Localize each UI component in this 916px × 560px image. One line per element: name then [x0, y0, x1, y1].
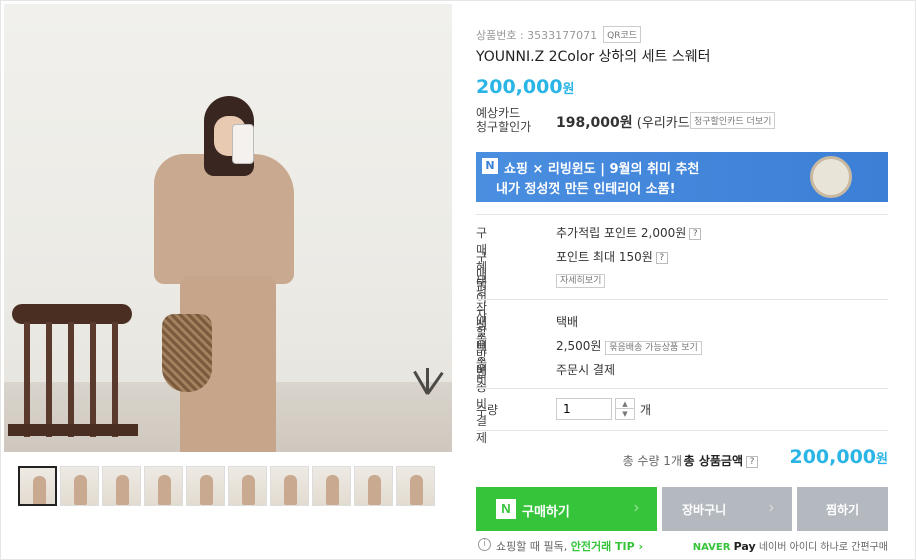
price-unit: 원 [562, 82, 575, 97]
decrease-icon[interactable]: ▼ [616, 409, 634, 419]
divider [476, 299, 888, 300]
plant-decoration [408, 360, 448, 400]
card-label-line2: 청구할인가 [476, 120, 532, 134]
banner-line1: 쇼핑 × 리빙윈도 | 9월의 취미 추천 [504, 162, 700, 177]
promo-banner[interactable]: N 쇼핑 × 리빙윈도 | 9월의 취미 추천 내가 정성껏 만든 인테리어 소… [476, 152, 888, 202]
naver-n-icon: N [482, 158, 498, 174]
product-code: 상품번호 : 3533177071 [476, 28, 598, 42]
total-row: 총 수량 1개 총 상품금액? 200,000원 [476, 446, 888, 472]
cart-button-label: 장바구니 [682, 503, 727, 517]
product-price: 200,000원 [476, 76, 575, 98]
shipping-value: 주문시 결제 [556, 363, 616, 377]
shipping-value: 2,500원 묶음배송 가능상품 보기 [556, 337, 702, 355]
product-code-row: 상품번호 : 3533177071 QR코드 [476, 26, 642, 43]
divider [476, 430, 888, 431]
card-discount-label: 예상카드 청구할인가 [476, 106, 546, 134]
thumbnail-5[interactable] [186, 466, 225, 506]
thumbnail-9[interactable] [354, 466, 393, 506]
quantity-unit: 개 [640, 403, 652, 417]
chevron-right-icon: › [633, 499, 639, 516]
increase-icon[interactable]: ▲ [616, 399, 634, 409]
card-name: (우리카드) [636, 116, 695, 131]
benefit-value: 포인트 최대 150원? [556, 248, 668, 265]
buy-button[interactable]: N 구매하기 › [476, 487, 657, 531]
shipping-value: 택배 [556, 315, 579, 329]
help-icon[interactable]: ? [689, 227, 702, 240]
quantity-label: 수량 [476, 403, 499, 417]
product-title: YOUNNI.Z 2Color 상하의 세트 스웨터 [476, 49, 711, 65]
cart-button[interactable]: 장바구니 › [662, 487, 792, 531]
thumbnail-6[interactable] [228, 466, 267, 506]
bundle-shipping-button[interactable]: 묶음배송 가능상품 보기 [605, 341, 702, 355]
naver-pay-info: NAVER Pay 네이버 아이디 하나로 간편구매 [692, 540, 888, 553]
installment-detail-button[interactable]: 자세히보기 [556, 274, 606, 288]
divider [476, 388, 888, 389]
total-label: 총 상품금액? [684, 452, 758, 469]
wishlist-button[interactable]: 찜하기 [797, 487, 888, 531]
footer-row: i 쇼핑할 때 필독, 안전거래 TIP › NAVER Pay 네이버 아이디… [476, 538, 888, 554]
naver-n-icon: N [496, 499, 516, 519]
card-label-line1: 예상카드 [476, 106, 521, 120]
quantity-input[interactable] [556, 398, 612, 420]
banner-line2: 내가 정성껏 만든 인테리어 소품! [496, 182, 676, 197]
qr-code-button[interactable]: QR코드 [603, 26, 642, 43]
chair-illustration [8, 304, 138, 452]
help-icon[interactable]: ? [655, 251, 668, 264]
total-price: 200,000원 [789, 446, 888, 468]
thumbnail-8[interactable] [312, 466, 351, 506]
benefit-value: 자세히보기 [556, 272, 606, 288]
quantity-row: 수량 ▲ ▼ 개 [476, 398, 888, 422]
card-discount-row: 예상카드 청구할인가 198,000원 (우리카드) 청구할인카드 더보기 [476, 106, 888, 134]
main-product-image[interactable] [4, 4, 452, 452]
rattan-bag [162, 314, 212, 392]
divider [476, 214, 888, 215]
card-price-value: 198,000원 [556, 115, 633, 131]
thumbnail-1[interactable] [18, 466, 57, 506]
model-figure [154, 94, 304, 452]
thumbnail-strip [18, 466, 435, 506]
clock-decoration-icon [810, 156, 852, 198]
thumbnail-10[interactable] [396, 466, 435, 506]
card-discount-price: 198,000원 (우리카드) [556, 112, 695, 132]
help-icon[interactable]: ? [746, 455, 758, 468]
safe-trade-text: 쇼핑할 때 필독, 안전거래 TIP › [496, 540, 644, 553]
price-value: 200,000 [476, 76, 563, 98]
safe-trade-link[interactable]: 안전거래 TIP › [571, 540, 643, 553]
total-quantity: 총 수량 1개 [622, 454, 682, 468]
buy-button-label: 구매하기 [522, 504, 570, 519]
quantity-stepper[interactable]: ▲ ▼ [615, 398, 635, 420]
chevron-right-icon: › [768, 499, 774, 516]
info-icon: i [478, 538, 491, 551]
naver-pay-logo: NAVER [692, 542, 731, 553]
thumbnail-3[interactable] [102, 466, 141, 506]
more-cards-button[interactable]: 청구할인카드 더보기 [690, 112, 776, 129]
thumbnail-2[interactable] [60, 466, 99, 506]
thumbnail-7[interactable] [270, 466, 309, 506]
benefit-value: 추가적립 포인트 2,000원? [556, 224, 702, 241]
thumbnail-4[interactable] [144, 466, 183, 506]
